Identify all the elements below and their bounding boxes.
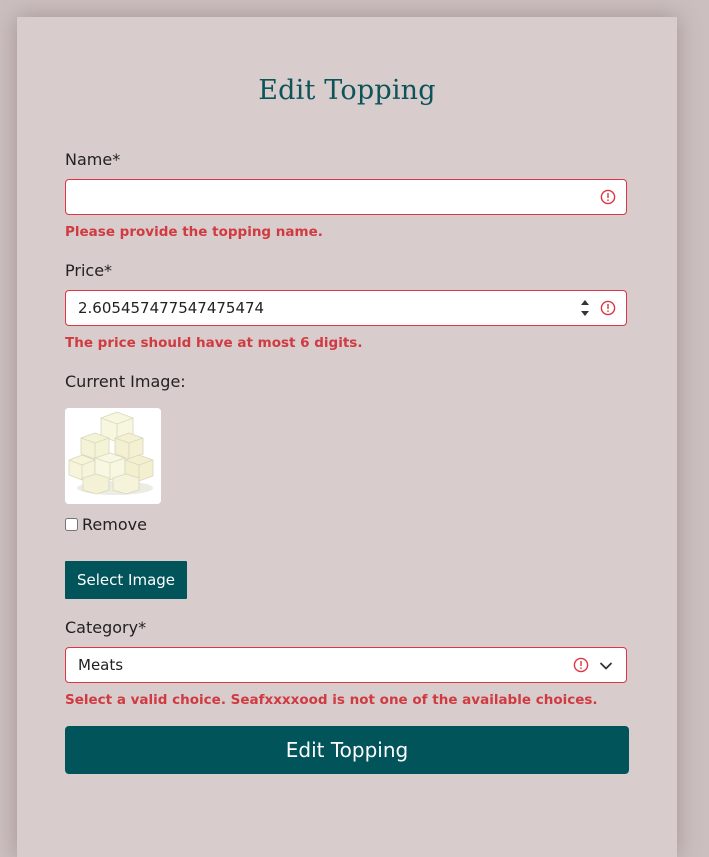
price-error: The price should have at most 6 digits. [65,335,363,351]
name-label: Name* [65,150,121,169]
paneer-cubes-image [65,408,161,504]
category-error: Select a valid choice. Seafxxxxood is no… [65,692,598,708]
category-select-value[interactable]: Meats [78,656,123,674]
remove-image-checkbox[interactable] [65,518,78,531]
price-label: Price* [65,261,113,280]
remove-image-label: Remove [82,515,147,534]
up-down-arrows-icon[interactable] [580,297,590,319]
price-input-value[interactable]: 2.605457477547475474 [78,299,264,317]
remove-image-option[interactable]: Remove [65,515,147,534]
exclamation-circle-icon [600,189,616,205]
price-input[interactable]: 2.605457477547475474 [65,290,627,326]
category-label: Category* [65,618,147,637]
name-input[interactable] [65,179,627,215]
exclamation-circle-icon [573,657,589,673]
topping-image [65,408,161,504]
category-select[interactable]: Meats [65,647,627,683]
chevron-down-icon[interactable] [599,659,613,673]
edit-topping-submit-button[interactable]: Edit Topping [65,726,629,774]
exclamation-circle-icon [600,300,616,316]
page-title: Edit Topping [258,75,436,106]
select-image-button[interactable]: Select Image [65,561,187,599]
current-image-label: Current Image: [65,372,186,391]
edit-topping-card: Edit Topping Name* Please provide the to… [17,17,677,857]
name-error: Please provide the topping name. [65,224,323,240]
